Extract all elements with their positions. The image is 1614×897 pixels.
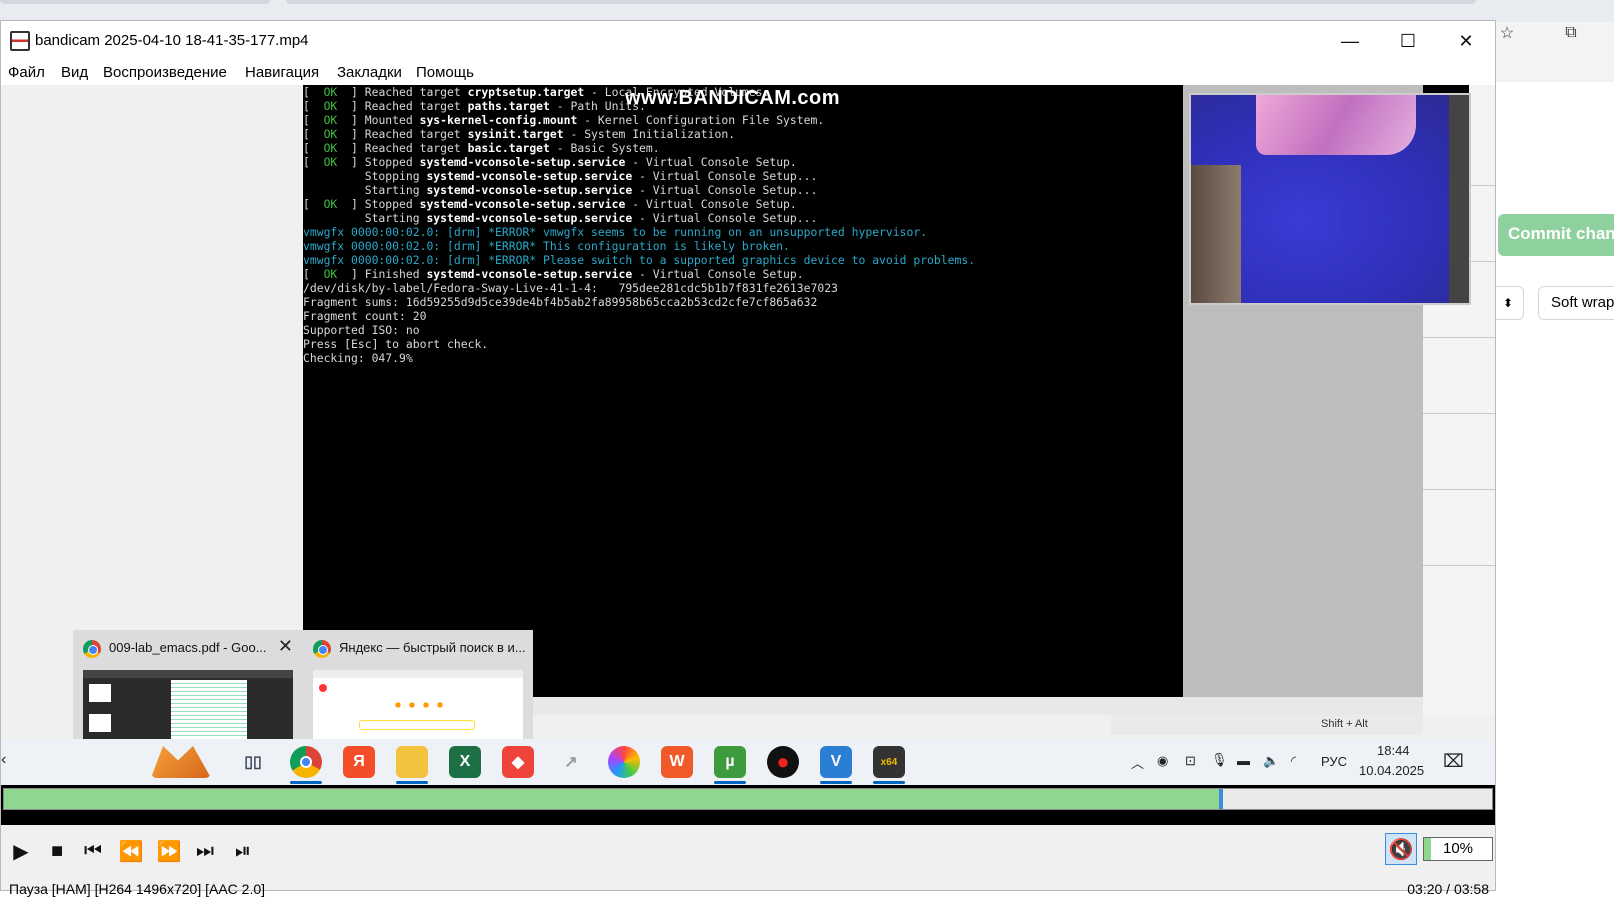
minimize-icon[interactable]: — [1321,21,1379,61]
menu-help[interactable]: Помощь [416,64,474,81]
terminal-line: [ OK ] Stopped systemd-vconsole-setup.se… [303,197,797,211]
fox-icon[interactable] [151,746,211,778]
bg-tab[interactable] [0,0,270,4]
bandicam-watermark: www.BANDICAM.com [625,87,841,109]
menu-view[interactable]: Вид [61,64,88,81]
vm-status-text: Shift + Alt [1321,718,1368,730]
video-frame[interactable]: [ OK ] Reached target cryptsetup.target … [1,85,1495,825]
frame-step-icon[interactable]: ⏯ [229,837,257,865]
chrome-icon [83,640,101,658]
bg-tab[interactable] [286,0,1476,4]
seek-handle[interactable] [1218,789,1223,809]
webcam-overlay [1189,93,1471,305]
app-grey-icon[interactable]: ↗ [555,746,587,778]
terminal-line: Starting systemd-vconsole-setup.service … [303,183,818,197]
wps-icon[interactable]: W [661,746,693,778]
menu-navigation[interactable]: Навигация [245,64,319,81]
terminal-line: Fragment count: 20 [303,309,427,323]
status-left: Пауза [HAM] [H264 1496x720] [AAC 2.0] [9,881,266,897]
menu-bookmarks[interactable]: Закладки [337,64,402,81]
active-app-indicator [820,781,852,784]
mute-icon[interactable]: 🔇 [1385,833,1417,865]
terminal-line: Starting systemd-vconsole-setup.service … [303,211,818,225]
chrome-icon[interactable] [290,746,322,778]
x64dbg-icon[interactable]: x64 [873,746,905,778]
skip-forward-icon[interactable]: ⏭ [191,837,219,865]
extensions-icon[interactable]: ⧉ [1554,16,1588,50]
vm-terminal: [ OK ] Reached target cryptsetup.target … [303,85,1183,697]
terminal-line: vmwgfx 0000:00:02.0: [drm] *ERROR* Pleas… [303,253,976,267]
volume-label: 10% [1442,840,1474,857]
terminal-line: [ OK ] Mounted sys-kernel-config.mount -… [303,113,825,127]
terminal-line: [ OK ] Stopped systemd-vconsole-setup.se… [303,155,797,169]
task-view-icon[interactable]: ▯▯ [237,746,269,778]
player-window: bandicam 2025-04-10 18-41-35-177.mp4 — ☐… [0,20,1497,897]
utorrent-icon[interactable]: µ [714,746,746,778]
bg-panel [1496,82,1614,891]
preview-title: 009-lab_emacs.pdf - Goo... [109,640,267,655]
browser-rainbow-icon[interactable] [608,746,640,778]
volume-slider[interactable]: 10% [1423,837,1493,861]
os-taskbar: ‹ ︿ ◉ ⊡ 🎙 ▬ 🔈 ◜ РУС 18:44 10.04.2025 ⌧ ▯… [1,739,1495,785]
close-icon[interactable]: ✕ [278,636,293,657]
active-app-indicator [290,781,322,784]
softwrap-select[interactable]: Soft wrap [1538,286,1614,320]
title-bar[interactable]: bandicam 2025-04-10 18-41-35-177.mp4 — ☐… [1,21,1495,61]
yandex-icon[interactable]: Я [343,746,375,778]
vscode-like-icon[interactable]: V [820,746,852,778]
excel-icon[interactable]: X [449,746,481,778]
terminal-line: /dev/disk/by-label/Fedora-Sway-Live-41-1… [303,281,838,295]
active-app-indicator [714,781,746,784]
fast-forward-icon[interactable]: ⏩ [155,837,183,865]
close-icon[interactable]: ✕ [1437,21,1495,61]
bg-tabstrip [0,0,1614,22]
terminal-line: Supported ISO: no [303,323,420,337]
terminal-line: vmwgfx 0000:00:02.0: [drm] *ERROR* vmwgf… [303,225,928,239]
menu-file[interactable]: Файл [8,64,45,81]
terminal-line: [ OK ] Finished systemd-vconsole-setup.s… [303,267,804,281]
play-icon[interactable]: ▶ [7,837,35,865]
chevron-updown-icon[interactable]: ⬍ [1492,286,1524,320]
active-app-indicator [396,781,428,784]
anydesk-icon[interactable]: ◆ [502,746,534,778]
active-app-indicator [873,781,905,784]
maximize-icon[interactable]: ☐ [1379,21,1437,61]
seek-bar[interactable] [3,788,1493,810]
status-time: 03:20 / 03:58 [1407,881,1489,897]
seek-progress [4,789,1219,809]
terminal-line: Checking: 047.9% [303,351,413,365]
vm-statusbar: Shift + Alt [1111,715,1423,735]
menu-bar: Файл Вид Воспроизведение Навигация Закла… [1,61,1495,85]
terminal-line: Stopping systemd-vconsole-setup.service … [303,169,818,183]
terminal-line: [ OK ] Reached target sysinit.target - S… [303,127,736,141]
preview-title: Яндекс — быстрый поиск в и... [339,640,526,655]
status-bar: Пауза [HAM] [H264 1496x720] [AAC 2.0] 03… [1,881,1497,897]
terminal-line: Fragment sums: 16d59255d9d5ce39de4bf4b5a… [303,295,818,309]
terminal-line: Press [Esc] to abort check. [303,337,489,351]
rewind-icon[interactable]: ⏪ [117,837,145,865]
bandicam-icon[interactable]: ● [767,746,799,778]
commit-button[interactable]: Commit chan [1498,214,1614,256]
terminal-line: [ OK ] Reached target basic.target - Bas… [303,141,660,155]
app-icon [10,31,30,51]
skip-back-icon[interactable]: ⏮ [79,837,107,865]
explorer-icon[interactable] [396,746,428,778]
volume-level [1424,838,1431,860]
stop-icon[interactable]: ■ [43,837,71,865]
menu-playback[interactable]: Воспроизведение [103,64,227,81]
terminal-line: vmwgfx 0000:00:02.0: [drm] *ERROR* This … [303,239,790,253]
chrome-icon [313,640,331,658]
window-title: bandicam 2025-04-10 18-41-35-177.mp4 [35,32,309,49]
